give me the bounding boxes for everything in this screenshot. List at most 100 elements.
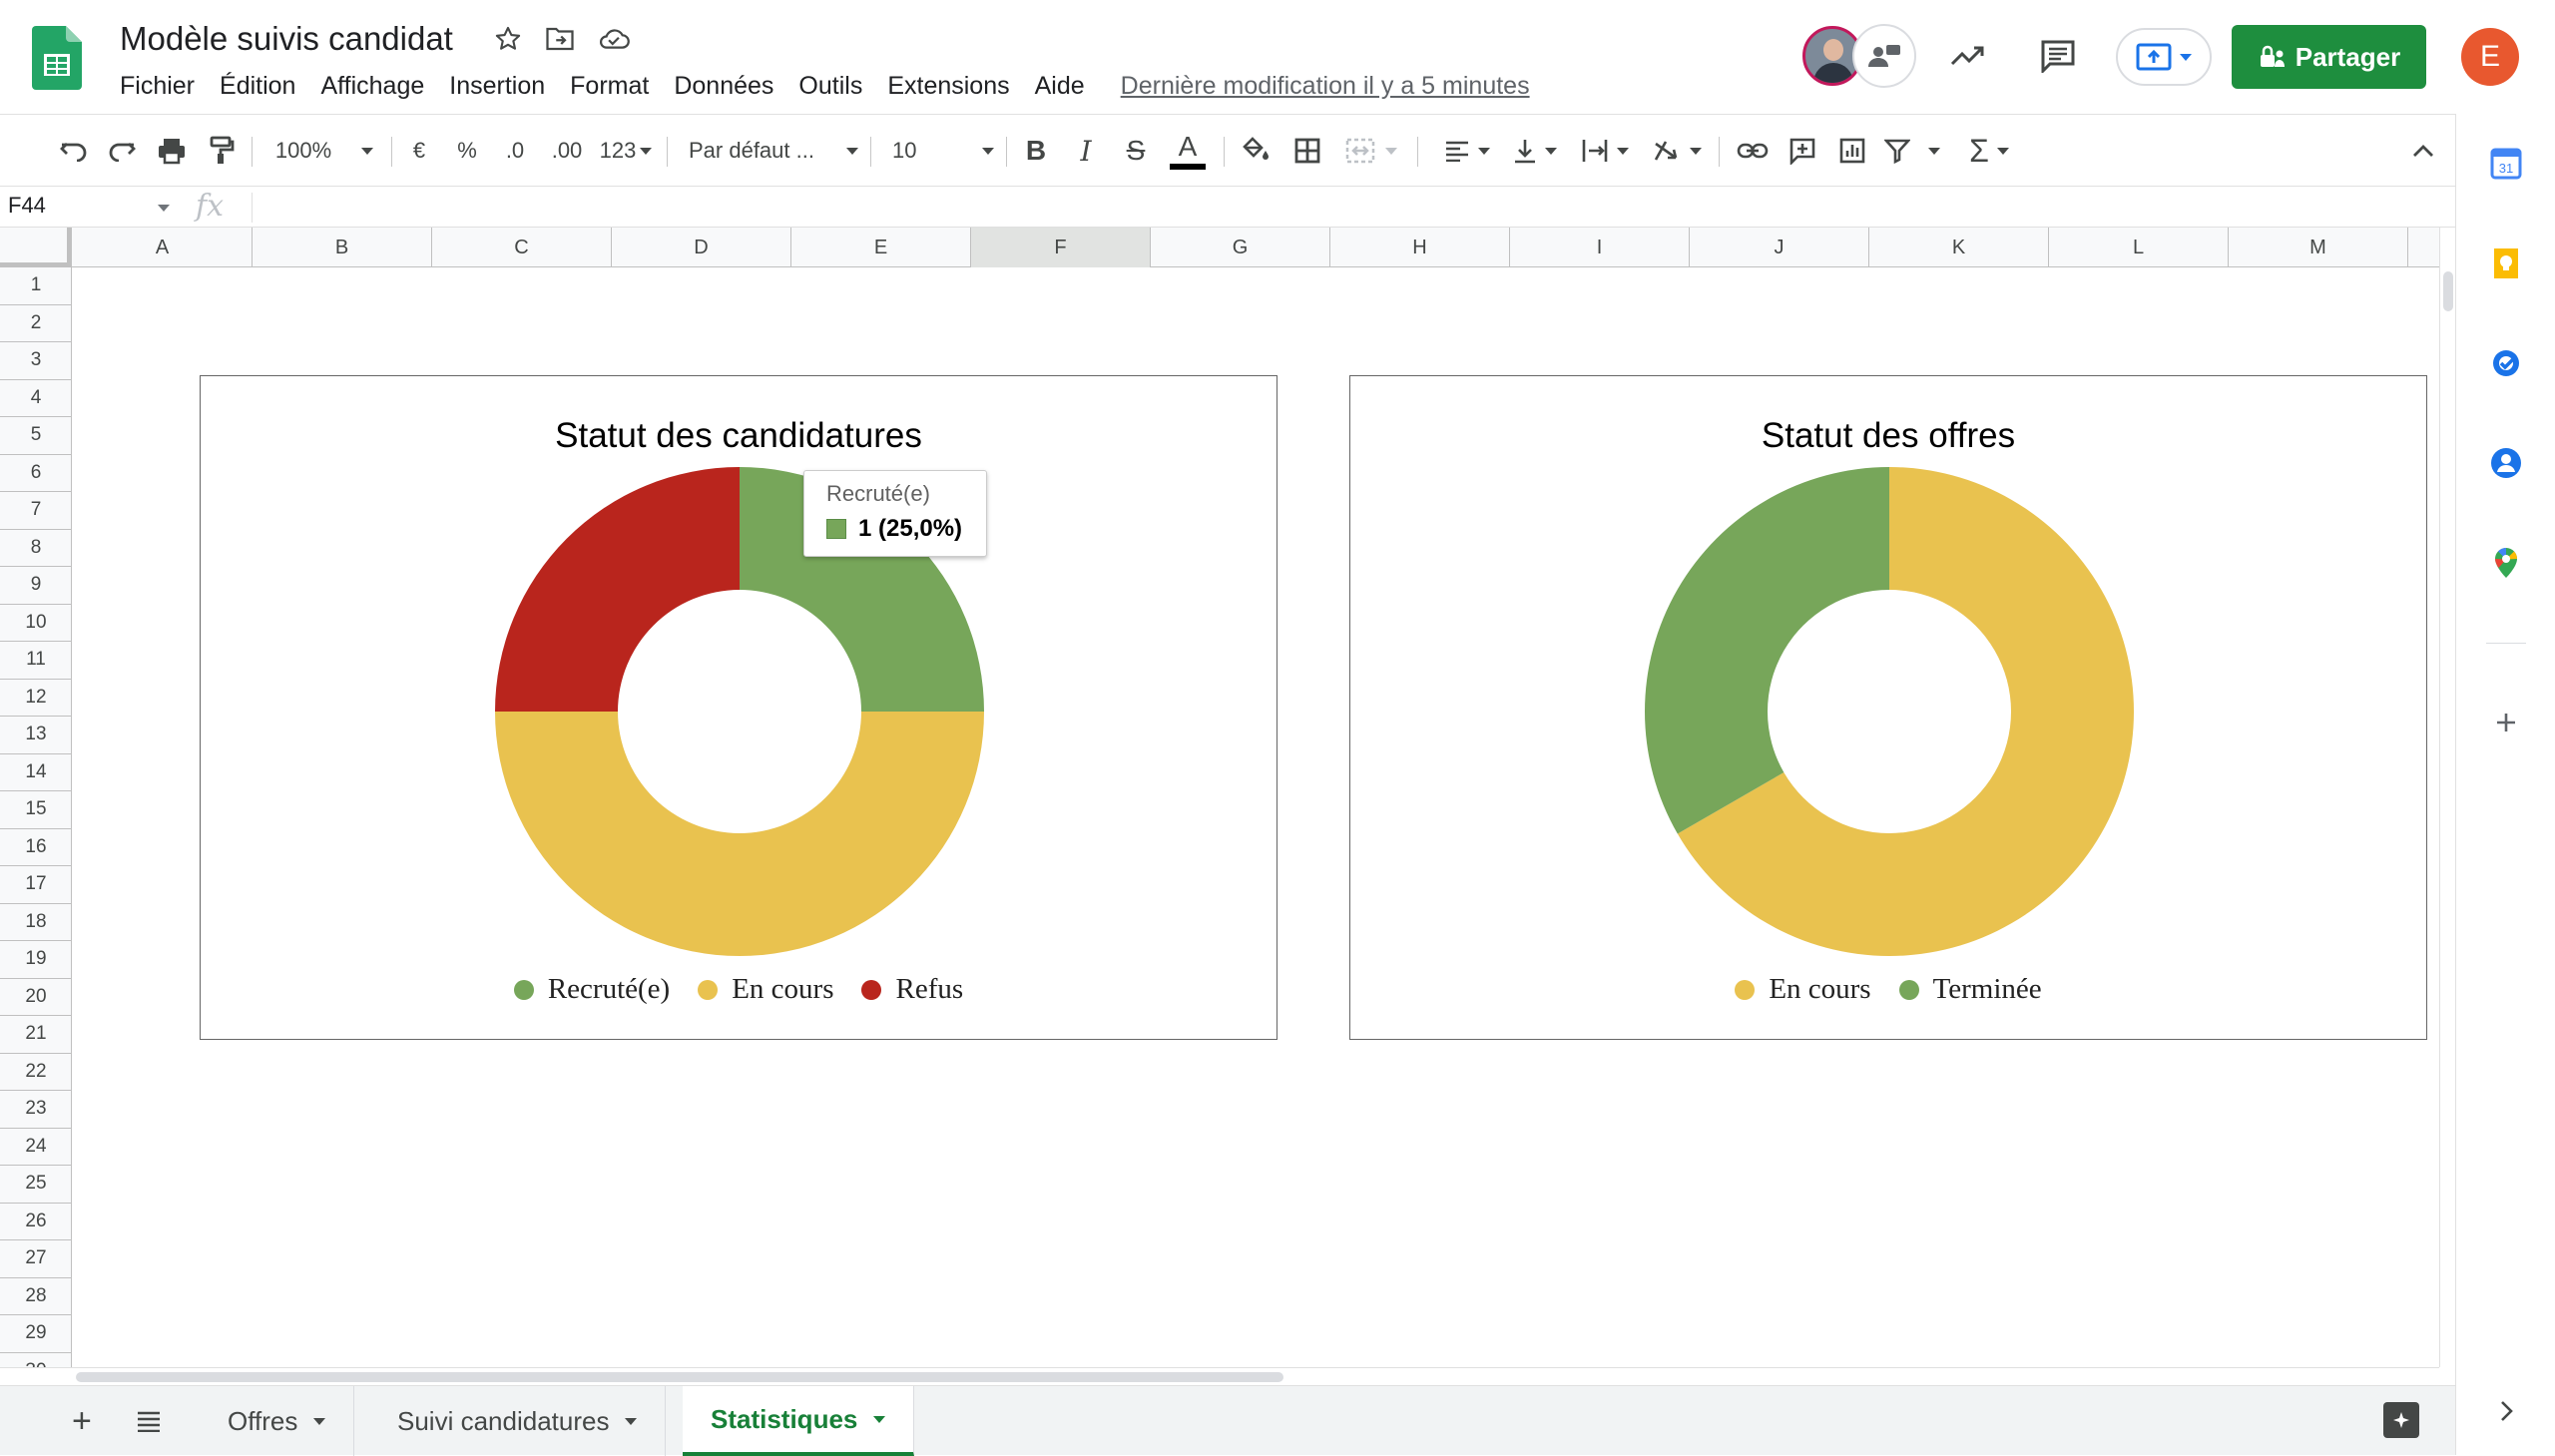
paint-format-icon[interactable] — [200, 115, 244, 187]
chart-candidatures[interactable]: Statut des candidatures Recruté(e) En co… — [200, 375, 1278, 1040]
anonymous-viewer-avatar[interactable] — [1852, 24, 1916, 88]
percent-format-button[interactable]: % — [449, 115, 485, 187]
menu-format[interactable]: Format — [570, 72, 649, 101]
row-header[interactable]: 24 — [0, 1129, 72, 1166]
undo-icon[interactable] — [52, 115, 96, 187]
row-header[interactable]: 3 — [0, 342, 72, 380]
font-select[interactable]: Par défaut ... — [689, 115, 858, 187]
vertical-scroll-thumb[interactable] — [2443, 271, 2453, 311]
vertical-scrollbar[interactable] — [2439, 228, 2455, 1367]
name-box[interactable]: F44 — [8, 193, 46, 219]
row-header[interactable]: 13 — [0, 717, 72, 754]
sheet-tab-statistiques[interactable]: Statistiques — [683, 1386, 915, 1456]
column-header-m[interactable]: M — [2229, 228, 2408, 267]
insert-comment-icon[interactable] — [1781, 115, 1824, 187]
legend-item-en-cours[interactable]: En cours — [698, 973, 833, 1006]
legend-item-refus[interactable]: Refus — [861, 973, 963, 1006]
row-header[interactable]: 30 — [0, 1353, 72, 1367]
donut-slice-en-cours[interactable] — [495, 712, 984, 956]
menu-view[interactable]: Affichage — [320, 72, 424, 101]
column-header-i[interactable]: I — [1510, 228, 1690, 267]
decrease-decimals-button[interactable]: .0 — [495, 115, 535, 187]
star-icon[interactable] — [491, 22, 525, 56]
column-header-a[interactable]: A — [73, 228, 253, 267]
select-all-corner[interactable] — [0, 228, 72, 267]
cloud-status-icon[interactable] — [597, 22, 631, 56]
row-header[interactable]: 23 — [0, 1091, 72, 1129]
text-color-icon[interactable]: A — [1166, 115, 1210, 187]
increase-decimals-button[interactable]: .00 — [545, 115, 589, 187]
row-header[interactable]: 2 — [0, 305, 72, 342]
column-header-h[interactable]: H — [1330, 228, 1510, 267]
row-header[interactable]: 26 — [0, 1204, 72, 1240]
donut-slice-refus[interactable] — [495, 467, 740, 712]
row-header[interactable]: 5 — [0, 417, 72, 455]
row-header[interactable]: 20 — [0, 979, 72, 1016]
keep-icon[interactable] — [2486, 243, 2526, 283]
menu-help[interactable]: Aide — [1035, 72, 1085, 101]
menu-data[interactable]: Données — [674, 72, 773, 101]
currency-format-button[interactable]: € — [401, 115, 437, 187]
column-header-g[interactable]: G — [1151, 228, 1330, 267]
row-header[interactable]: 17 — [0, 866, 72, 904]
add-icon[interactable] — [2486, 703, 2526, 742]
all-sheets-icon[interactable] — [128, 1386, 170, 1456]
row-header[interactable]: 4 — [0, 380, 72, 417]
text-rotation-icon[interactable] — [1647, 115, 1707, 187]
collapse-toolbar-icon[interactable] — [2401, 115, 2445, 187]
maps-icon[interactable] — [2486, 543, 2526, 583]
menu-extensions[interactable]: Extensions — [887, 72, 1009, 101]
present-button[interactable] — [2116, 28, 2212, 86]
legend-item-en-cours[interactable]: En cours — [1735, 973, 1871, 1006]
add-sheet-icon[interactable]: + — [64, 1386, 100, 1456]
row-header[interactable]: 7 — [0, 492, 72, 530]
column-header-e[interactable]: E — [791, 228, 971, 267]
row-header[interactable]: 25 — [0, 1166, 72, 1204]
row-header[interactable]: 12 — [0, 680, 72, 717]
fill-color-icon[interactable] — [1236, 115, 1276, 187]
cell-area[interactable]: Statut des candidatures Recruté(e) En co… — [73, 267, 2439, 1367]
menu-edit[interactable]: Édition — [220, 72, 295, 101]
row-header[interactable]: 28 — [0, 1278, 72, 1315]
horizontal-scroll-thumb[interactable] — [76, 1372, 1283, 1382]
redo-icon[interactable] — [100, 115, 144, 187]
row-header[interactable]: 18 — [0, 904, 72, 941]
legend-item-recrute[interactable]: Recruté(e) — [513, 973, 670, 1006]
row-header[interactable]: 10 — [0, 605, 72, 642]
font-size-select[interactable]: 10 — [892, 115, 994, 187]
chart-offres[interactable]: Statut des offres En cours Terminée — [1349, 375, 2427, 1040]
chevron-down-icon[interactable] — [158, 205, 170, 212]
document-title[interactable]: Modèle suivis candidat — [120, 20, 453, 58]
strikethrough-icon[interactable]: S — [1116, 115, 1156, 187]
zoom-select[interactable]: 100% — [269, 115, 379, 187]
row-header[interactable]: 19 — [0, 941, 72, 979]
row-header[interactable]: 21 — [0, 1016, 72, 1054]
last-edit-link[interactable]: Dernière modification il y a 5 minutes — [1121, 72, 1530, 101]
row-header[interactable]: 16 — [0, 829, 72, 866]
menu-insert[interactable]: Insertion — [449, 72, 545, 101]
sheets-logo-icon[interactable] — [32, 26, 82, 90]
comments-icon[interactable] — [2030, 28, 2086, 84]
more-formats-button[interactable]: 123 — [595, 115, 657, 187]
column-header-k[interactable]: K — [1869, 228, 2049, 267]
column-header-j[interactable]: J — [1690, 228, 1869, 267]
row-header[interactable]: 29 — [0, 1315, 72, 1353]
row-header[interactable]: 14 — [0, 754, 72, 791]
chevron-right-icon[interactable] — [2486, 1391, 2526, 1431]
legend-item-terminee[interactable]: Terminée — [1898, 973, 2042, 1006]
contacts-icon[interactable] — [2486, 443, 2526, 483]
row-header[interactable]: 9 — [0, 567, 72, 605]
insert-chart-icon[interactable] — [1830, 115, 1874, 187]
column-header-l[interactable]: L — [2049, 228, 2229, 267]
sheet-tab-offres[interactable]: Offres — [200, 1386, 355, 1456]
row-header[interactable]: 27 — [0, 1240, 72, 1278]
italic-icon[interactable]: I — [1066, 115, 1106, 187]
column-header-f[interactable]: F — [971, 228, 1151, 267]
borders-icon[interactable] — [1287, 115, 1327, 187]
sheet-tab-suivi-candidatures[interactable]: Suivi candidatures — [369, 1386, 667, 1456]
donut-slice-terminée[interactable] — [1645, 467, 1889, 834]
filter-icon[interactable] — [1882, 115, 1942, 187]
horizontal-scrollbar[interactable] — [0, 1367, 2439, 1385]
merge-cells-icon[interactable] — [1339, 115, 1403, 187]
insert-link-icon[interactable] — [1731, 115, 1775, 187]
